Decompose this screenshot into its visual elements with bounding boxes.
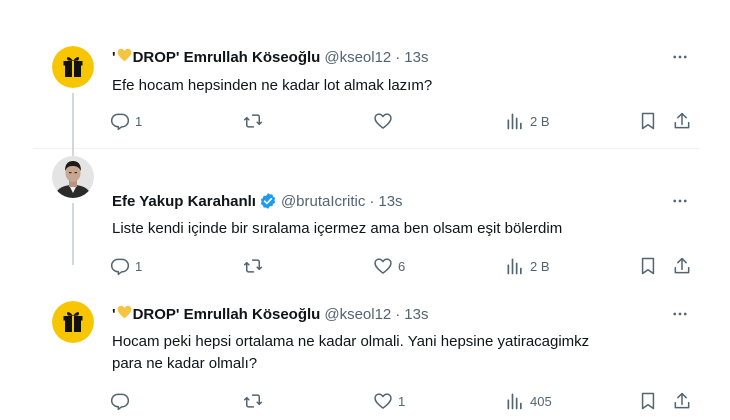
yellow-heart-icon <box>117 48 132 66</box>
avatar-drop[interactable] <box>52 46 94 88</box>
reply-button[interactable]: 1 <box>110 110 142 132</box>
timestamp[interactable]: 13s <box>404 306 428 323</box>
like-icon <box>374 113 392 129</box>
reply-count: 1 <box>135 113 143 129</box>
views-button[interactable]: 2 B <box>505 110 550 132</box>
tweet-3[interactable]: ' DROP' Emrullah Köseoğlu @kseol12 · 13s… <box>33 265 700 411</box>
tweet-actions: 1 2 B <box>110 110 690 132</box>
tweet-text-line: Hocam peki hepsi ortalama ne kadar olmal… <box>112 333 590 350</box>
repost-button[interactable] <box>243 110 268 132</box>
views-icon <box>507 393 522 410</box>
thread-connector-line <box>72 93 74 149</box>
like-button[interactable]: 1 <box>373 390 405 412</box>
display-name[interactable]: ' DROP' Emrullah Köseoğlu <box>112 48 320 66</box>
like-count: 1 <box>398 393 406 409</box>
display-name-text: DROP' Emrullah Köseoğlu <box>132 48 321 66</box>
repost-icon <box>243 114 263 128</box>
bookmark-icon <box>641 392 655 410</box>
more-options-button[interactable] <box>670 47 690 67</box>
tweet-text-line: para ne kadar olmalı? <box>112 355 258 372</box>
reply-button[interactable] <box>110 390 135 412</box>
more-options-button[interactable] <box>670 304 690 324</box>
display-name-prefix: ' <box>112 48 116 66</box>
tweet-text-line: Liste kendi içinde bir sıralama içermez … <box>112 220 563 237</box>
views-count: 2 B <box>530 113 550 129</box>
separator-dot: · <box>369 192 375 210</box>
thread-connector-line <box>72 203 74 265</box>
like-button[interactable] <box>373 110 398 132</box>
tweet-text-line: Efe hocam hepsinden ne kadar lot almak l… <box>112 77 433 94</box>
timestamp[interactable]: 13s <box>404 49 428 66</box>
tweet-text: Liste kendi içinde bir sıralama içermez … <box>112 218 682 240</box>
share-icon <box>674 392 690 409</box>
separator-dot: · <box>395 48 401 66</box>
verified-badge-icon <box>259 192 277 210</box>
tweet-text: Hocam peki hepsi ortalama ne kadar olmal… <box>112 331 682 375</box>
tweet-header: ' DROP' Emrullah Köseoğlu @kseol12 · 13s <box>112 303 428 325</box>
display-name[interactable]: Efe Yakup Karahanlı <box>112 193 256 210</box>
repost-button[interactable] <box>243 390 268 412</box>
repost-icon <box>243 394 263 408</box>
more-icon <box>673 312 687 316</box>
display-name-prefix: ' <box>112 305 116 323</box>
user-photo-avatar-icon <box>52 156 94 198</box>
more-icon <box>673 55 687 59</box>
share-button[interactable] <box>672 110 692 132</box>
user-handle[interactable]: @kseol12 <box>324 306 391 323</box>
user-handle[interactable]: @brutaIcritic <box>281 193 365 210</box>
user-handle[interactable]: @kseol12 <box>324 49 391 66</box>
conversation-thread: ' DROP' Emrullah Köseoğlu @kseol12 · 13s… <box>33 33 700 411</box>
bookmark-button[interactable] <box>638 390 658 412</box>
display-name-text: DROP' Emrullah Köseoğlu <box>132 305 321 323</box>
tweet-header: Efe Yakup Karahanlı @brutaIcritic · 13s <box>112 190 403 212</box>
avatar-drop[interactable] <box>52 301 94 343</box>
bookmark-button[interactable] <box>638 110 658 132</box>
more-icon <box>673 199 687 203</box>
views-count: 405 <box>530 393 552 409</box>
more-options-button[interactable] <box>670 191 690 211</box>
yellow-heart-icon <box>117 305 132 323</box>
like-icon <box>374 393 392 409</box>
share-button[interactable] <box>672 390 692 412</box>
timestamp[interactable]: 13s <box>378 193 402 210</box>
tweet-text: Efe hocam hepsinden ne kadar lot almak l… <box>112 75 682 97</box>
tweet-2[interactable]: Efe Yakup Karahanlı @brutaIcritic · 13s … <box>33 149 700 276</box>
tweet-actions: 1 405 <box>110 390 690 412</box>
thread-connector-line <box>72 149 74 156</box>
tweet-1[interactable]: ' DROP' Emrullah Köseoğlu @kseol12 · 13s… <box>33 33 700 149</box>
reply-icon <box>110 393 130 411</box>
drop-gift-avatar-icon <box>52 46 94 88</box>
reply-icon <box>110 113 130 131</box>
views-icon <box>507 113 522 130</box>
bookmark-icon <box>641 112 655 130</box>
views-button[interactable]: 405 <box>505 390 552 412</box>
separator-dot: · <box>395 305 401 323</box>
share-icon <box>674 112 690 129</box>
display-name[interactable]: ' DROP' Emrullah Köseoğlu <box>112 305 320 323</box>
avatar-efe[interactable] <box>52 156 94 198</box>
tweet-header: ' DROP' Emrullah Köseoğlu @kseol12 · 13s <box>112 46 428 68</box>
drop-gift-avatar-icon <box>52 301 94 343</box>
